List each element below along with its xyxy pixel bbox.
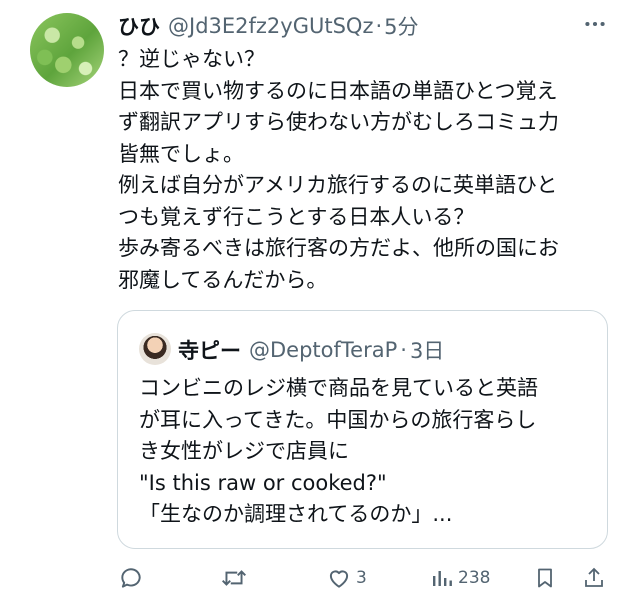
retweet-button[interactable] xyxy=(220,560,252,596)
quoted-line: 「生なのか調理されてるのか」... xyxy=(139,502,453,526)
quoted-line: "Is this raw or cooked?" xyxy=(139,470,387,495)
views-button[interactable]: 238 xyxy=(430,560,490,596)
separator-dot: · xyxy=(400,338,407,362)
tweet-line: 邪魔してるんだから。 xyxy=(118,267,328,292)
bookmark-button[interactable] xyxy=(533,560,557,596)
quoted-timestamp: 3日 xyxy=(409,339,445,363)
user-handle[interactable]: @Jd3E2fz2yGUtSQz xyxy=(168,14,373,38)
tweet-line: 例えば自分がアメリカ旅行するのに英単語ひと xyxy=(118,173,558,197)
avatar[interactable] xyxy=(30,13,104,87)
tweet-header: ひひ @Jd3E2fz2yGUtSQz · 5分 xyxy=(118,6,419,46)
like-icon xyxy=(326,565,352,591)
tweet-line: 日本で買い物するのに日本語の単語ひとつ覚え xyxy=(118,78,558,103)
reply-button[interactable] xyxy=(118,560,148,596)
quoted-line: が耳に入ってきた。中国からの旅行客らし xyxy=(139,407,537,432)
more-icon[interactable] xyxy=(578,10,612,38)
bookmark-icon xyxy=(533,565,557,591)
like-button[interactable]: 3 xyxy=(326,560,367,596)
share-button[interactable] xyxy=(582,560,606,596)
quoted-tweet-card[interactable]: 寺ピー @DeptofTeraP · 3日 コンビニのレジ横で商品を見ていると英… xyxy=(117,310,608,549)
tweet-text: ？逆じゃない？ 日本で買い物するのに日本語の単語ひとつ覚え ず翻訳アプリすら使わ… xyxy=(118,44,618,296)
timestamp[interactable]: 5分 xyxy=(384,11,418,41)
quoted-header: 寺ピー @DeptofTeraP · 3日 xyxy=(178,333,444,367)
action-bar: 3 238 xyxy=(0,560,640,600)
tweet-line: ず翻訳アプリすら使わない方がむしろコミュ力 xyxy=(118,110,559,134)
quoted-line: コンビニのレジ横で商品を見ていると英語 xyxy=(139,376,538,400)
tweet-line: ？逆じゃない？ xyxy=(118,47,265,71)
quoted-user-handle: @DeptofTeraP xyxy=(249,338,398,362)
quoted-avatar xyxy=(139,333,171,365)
tweet-line: 歩み寄るべきは旅行客の方だよ、他所の国にお xyxy=(118,236,559,260)
tweet-line: 皆無でしょ。 xyxy=(118,141,244,166)
views-icon xyxy=(430,565,454,591)
quoted-display-name: 寺ピー xyxy=(178,339,241,363)
retweet-icon xyxy=(220,565,248,591)
share-icon xyxy=(582,565,606,591)
reply-icon xyxy=(118,565,144,591)
views-count: 238 xyxy=(458,568,491,588)
separator-dot: · xyxy=(375,14,383,38)
tweet-line: つも覚えず行こうとする日本人いる？ xyxy=(118,204,475,229)
display-name[interactable]: ひひ xyxy=(118,11,160,41)
quoted-line: き女性がレジで店員に xyxy=(139,439,349,463)
quoted-text: コンビニのレジ横で商品を見ていると英語 が耳に入ってきた。中国からの旅行客らし … xyxy=(139,373,599,531)
like-count: 3 xyxy=(356,568,367,588)
